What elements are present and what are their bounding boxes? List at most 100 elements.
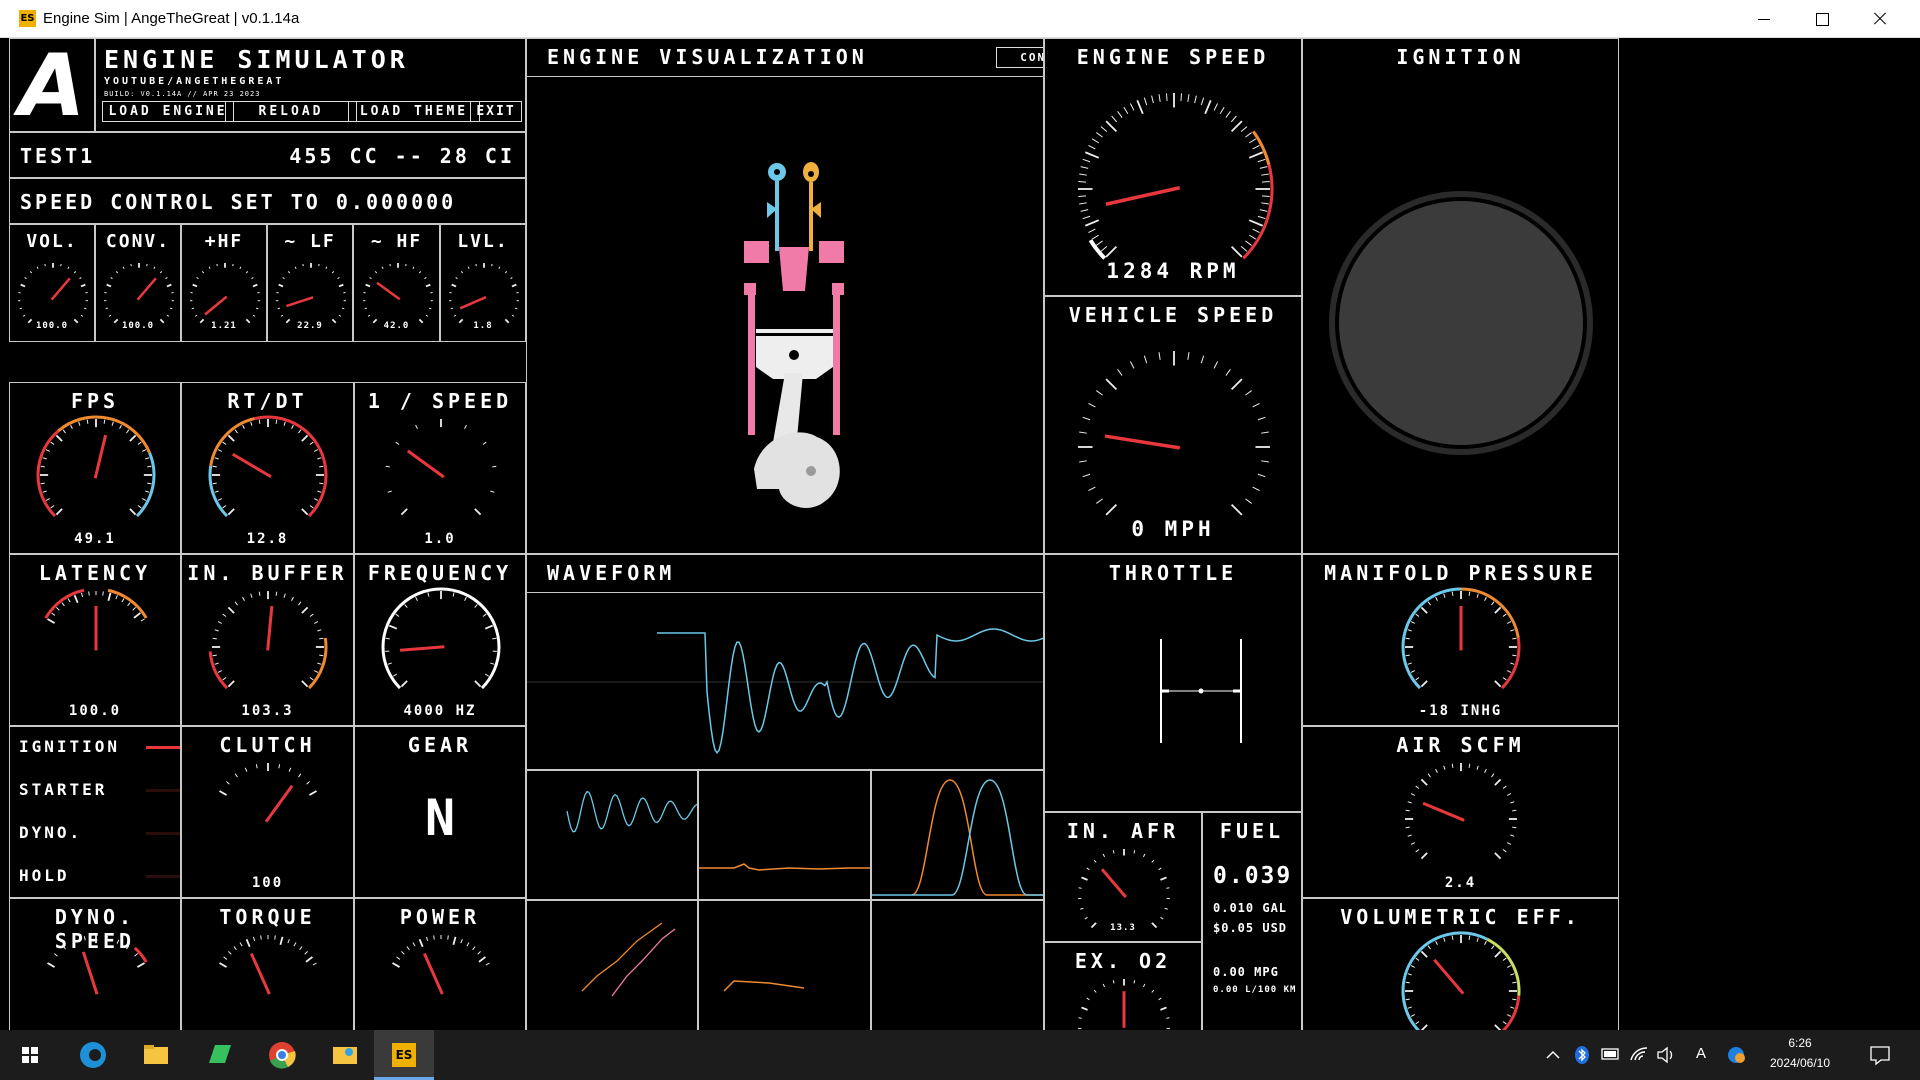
gauge-tick [44, 263, 46, 267]
gauge-tick [467, 266, 470, 270]
gauge-tick [293, 942, 297, 947]
volume-icon[interactable] [1656, 1045, 1676, 1065]
gauge-tick [1082, 158, 1091, 163]
notes-app-icon[interactable] [201, 1037, 237, 1073]
gauge-tick [105, 307, 108, 310]
gauge-tick [219, 790, 227, 796]
ex-o2-title: EX. O2 [1074, 949, 1172, 973]
gauge-tick [86, 419, 89, 424]
gauge-tick [166, 283, 172, 288]
gauge-tick [283, 421, 286, 426]
gauge-tick [337, 277, 340, 280]
gauge-tick [1086, 997, 1090, 1001]
gauge-tick [1158, 997, 1162, 1001]
close-button[interactable] [1850, 0, 1908, 38]
gauge-tick [1451, 935, 1454, 940]
gauge-tick [84, 307, 87, 310]
gauge-tick [411, 266, 414, 270]
gauge-tick [1105, 245, 1118, 258]
gauge-tick [1443, 593, 1446, 598]
edge-icon[interactable] [75, 1037, 111, 1073]
gauge-tick [298, 773, 302, 778]
gauge-tick [466, 942, 470, 947]
gauge-tick [1213, 361, 1219, 369]
gauge-tick [1078, 1017, 1082, 1019]
gauge-tick [1502, 613, 1507, 617]
gauge-tick [226, 781, 230, 785]
gauge-tick [222, 441, 227, 445]
gauge-tick [250, 421, 253, 426]
gauge-tick [1405, 809, 1410, 812]
gauge-tick [1407, 834, 1412, 837]
gauge-tick [510, 277, 513, 280]
photos-app-icon[interactable] [327, 1037, 363, 1073]
exit-button[interactable]: EXIT [470, 101, 522, 122]
load-engine-button[interactable]: LOAD ENGINE [102, 101, 234, 122]
battery-icon[interactable] [1601, 1047, 1621, 1061]
show-hidden-icons-icon[interactable] [1545, 1047, 1561, 1063]
gauge-tick [474, 680, 482, 688]
manifold-title: MANIFOLD PRESSURE [1324, 561, 1597, 585]
gauge-tick [317, 629, 322, 632]
gauge-tick [129, 434, 137, 442]
gauge-tick [1133, 850, 1136, 854]
app-name: ENGINE SIMULATOR [104, 45, 409, 74]
gauge-tick [1257, 473, 1266, 478]
bluetooth-icon[interactable] [1574, 1045, 1590, 1065]
weather-icon[interactable] [1726, 1045, 1746, 1065]
chrome-icon[interactable] [264, 1037, 300, 1073]
gauge-tick [412, 942, 416, 947]
gauge-tick [147, 465, 152, 468]
file-explorer-icon[interactable] [138, 1037, 174, 1073]
air-scfm-gauge [1405, 763, 1517, 860]
mini-plot-4 [581, 922, 676, 997]
gauge-tick [47, 618, 55, 624]
ime-indicator[interactable]: A [1696, 1045, 1706, 1062]
small-gauge-value: 1.21 [211, 321, 237, 331]
start-icon[interactable] [12, 1037, 48, 1073]
fuel-cost: $0.05 USD [1213, 921, 1288, 935]
gauge-tick [1405, 654, 1410, 657]
gauge-tick [1143, 97, 1148, 106]
gauge-tick [81, 592, 84, 598]
gauge-tick [288, 767, 292, 772]
small-gauge-value: 42.0 [383, 321, 410, 331]
gauge-tick [1494, 950, 1502, 958]
gauge-tick [80, 283, 86, 288]
gauge-tick [258, 419, 261, 424]
gauge-tick [1512, 998, 1517, 1001]
air-scfm-title: AIR SCFM [1396, 733, 1525, 757]
clock-time[interactable]: 6:26 [1765, 1036, 1835, 1050]
engine-cylinder-diagram [744, 162, 844, 508]
gauge-tick [511, 314, 515, 317]
gauge-tick [1443, 937, 1446, 942]
gauge-tick [234, 773, 238, 778]
small-gauge-title: VOL. [26, 231, 78, 252]
gauge-tick [1249, 234, 1257, 240]
console-button[interactable]: CONSOLE [F5] [996, 47, 1043, 68]
gauge-tick [228, 951, 232, 955]
gauge-tick [1410, 842, 1416, 845]
gauge-tick [313, 621, 319, 624]
clock-date[interactable]: 2024/06/10 [1765, 1056, 1835, 1070]
notifications-icon[interactable] [1869, 1044, 1891, 1066]
gauge-tick [425, 283, 431, 288]
taskbar-engine-sim[interactable]: ES [374, 1030, 434, 1080]
load-theme-button[interactable]: LOAD THEME [348, 101, 480, 122]
gauge-tick [1502, 1021, 1507, 1025]
gauge-tick [1105, 378, 1118, 391]
minimize-button[interactable] [1734, 0, 1792, 38]
latency-panel: LATENCY 100.0 [9, 554, 181, 726]
rtdt-gauge [208, 415, 328, 518]
small-gauge-title: +HF [204, 231, 244, 252]
volumetric-eff-gauge [1401, 931, 1521, 1030]
maximize-button[interactable] [1792, 0, 1850, 38]
gauge-tick [1088, 144, 1096, 150]
gauge-tick [110, 277, 113, 280]
wifi-icon[interactable] [1629, 1044, 1649, 1064]
gauge-tick [1080, 166, 1089, 169]
channel-label: YOUTUBE/ANGETHEGREAT [104, 76, 285, 87]
frequency-panel: FREQUENCY 4000 HZ [354, 554, 526, 726]
gauge-tick [1225, 111, 1231, 118]
reload-button[interactable]: RELOAD [225, 101, 357, 122]
